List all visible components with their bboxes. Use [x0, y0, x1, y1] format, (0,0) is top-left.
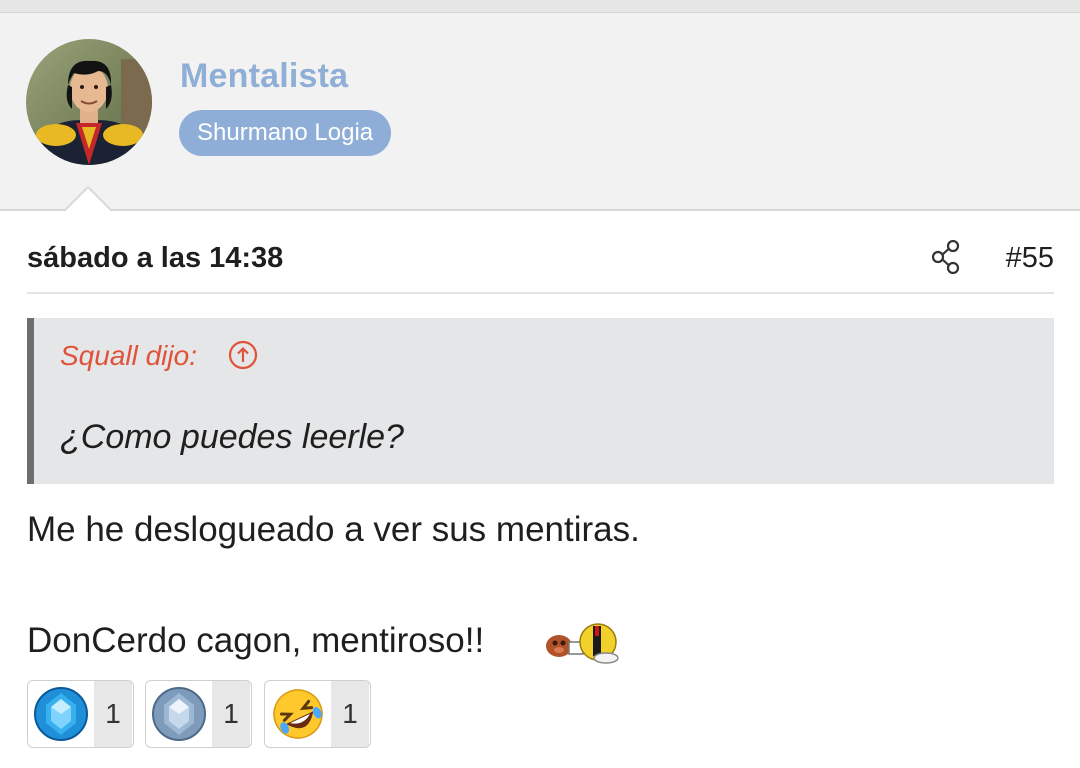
- quote-author[interactable]: Squall dijo:: [60, 340, 197, 372]
- rofl-emoji-icon: [265, 681, 331, 747]
- quote-left-bar: [27, 318, 34, 484]
- reaction-rofl[interactable]: 1: [264, 680, 371, 748]
- silver-diamond-icon: [146, 681, 212, 747]
- top-divider: [0, 0, 1080, 13]
- jump-to-quote-icon[interactable]: [228, 340, 258, 370]
- quote-block: Squall dijo: ¿Como puedes leerle?: [27, 318, 1054, 484]
- user-header: Mentalista Shurmano Logia: [0, 13, 1080, 211]
- post-text-line: Me he deslogueado a ver sus mentiras.: [27, 510, 640, 549]
- post-meta-bar: sábado a las 14:38 #55: [27, 230, 1054, 294]
- share-icon[interactable]: [931, 239, 963, 275]
- quote-text: ¿Como puedes leerle?: [60, 418, 404, 456]
- reaction-count: 1: [331, 681, 369, 747]
- reaction-count: 1: [94, 681, 132, 747]
- post-number-link[interactable]: #55: [1006, 242, 1054, 275]
- pig-smiley-icon: [543, 620, 623, 666]
- post-text-line: DonCerdo cagon, mentiroso!!: [27, 621, 485, 660]
- user-avatar[interactable]: [26, 39, 152, 165]
- username[interactable]: Mentalista: [180, 57, 348, 96]
- reaction-silver-diamond[interactable]: 1: [145, 680, 252, 748]
- blue-diamond-icon: [28, 681, 94, 747]
- post-date[interactable]: sábado a las 14:38: [27, 242, 283, 275]
- reaction-blue-diamond[interactable]: 1: [27, 680, 134, 748]
- reaction-count: 1: [212, 681, 250, 747]
- user-title-badge: Shurmano Logia: [179, 110, 392, 156]
